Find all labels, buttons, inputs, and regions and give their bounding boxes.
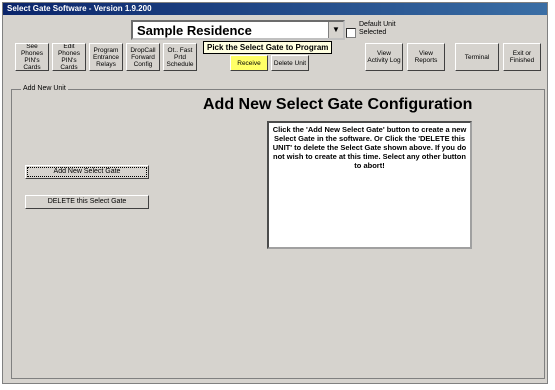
toolbar-button-delete-unit[interactable]: Delete Unit — [271, 55, 309, 71]
info-text-box: Click the 'Add New Select Gate' button t… — [267, 121, 472, 249]
default-unit-label: Default Unit Selected — [359, 21, 396, 36]
toolbar-button-activity-log[interactable]: View Activity Log — [365, 43, 403, 71]
dropdown-tooltip: Pick the Select Gate to Program — [203, 41, 333, 54]
add-new-select-gate-button[interactable]: Add New Select Gate — [25, 165, 149, 179]
residence-dropdown[interactable]: Sample Residence ▼ — [131, 20, 345, 40]
page-title: Add New Select Gate Configuration — [203, 96, 473, 113]
toolbar-button-program-relays[interactable]: Program Entrance Relays — [89, 43, 123, 71]
chevron-down-icon[interactable]: ▼ — [328, 22, 343, 38]
toolbar-button-schedule[interactable]: Ot.. Fast Prtd Schedule — [163, 43, 197, 71]
toolbar-button-terminal[interactable]: Terminal — [455, 43, 499, 71]
add-new-unit-legend: Add New Unit — [21, 85, 68, 92]
toolbar-button-exit[interactable]: Exit or Finished — [503, 43, 541, 71]
toolbar-button-see-phones[interactable]: See Phones PIN's Cards — [15, 43, 49, 71]
toolbar-button-dropcall-forward[interactable]: DropCall Forward Config — [126, 43, 160, 71]
toolbar-button-receive[interactable]: Receive — [230, 55, 268, 71]
toolbar-button-edit-phones[interactable]: Edit Phones PIN's Cards — [52, 43, 86, 71]
residence-dropdown-value: Sample Residence — [137, 23, 252, 38]
title-bar: Select Gate Software - Version 1.9.200 — [3, 3, 547, 15]
app-window: Select Gate Software - Version 1.9.200 S… — [2, 2, 548, 384]
delete-select-gate-button[interactable]: DELETE this Select Gate — [25, 195, 149, 209]
default-unit-checkbox[interactable] — [346, 28, 356, 38]
toolbar-button-reports[interactable]: View Reports — [407, 43, 445, 71]
